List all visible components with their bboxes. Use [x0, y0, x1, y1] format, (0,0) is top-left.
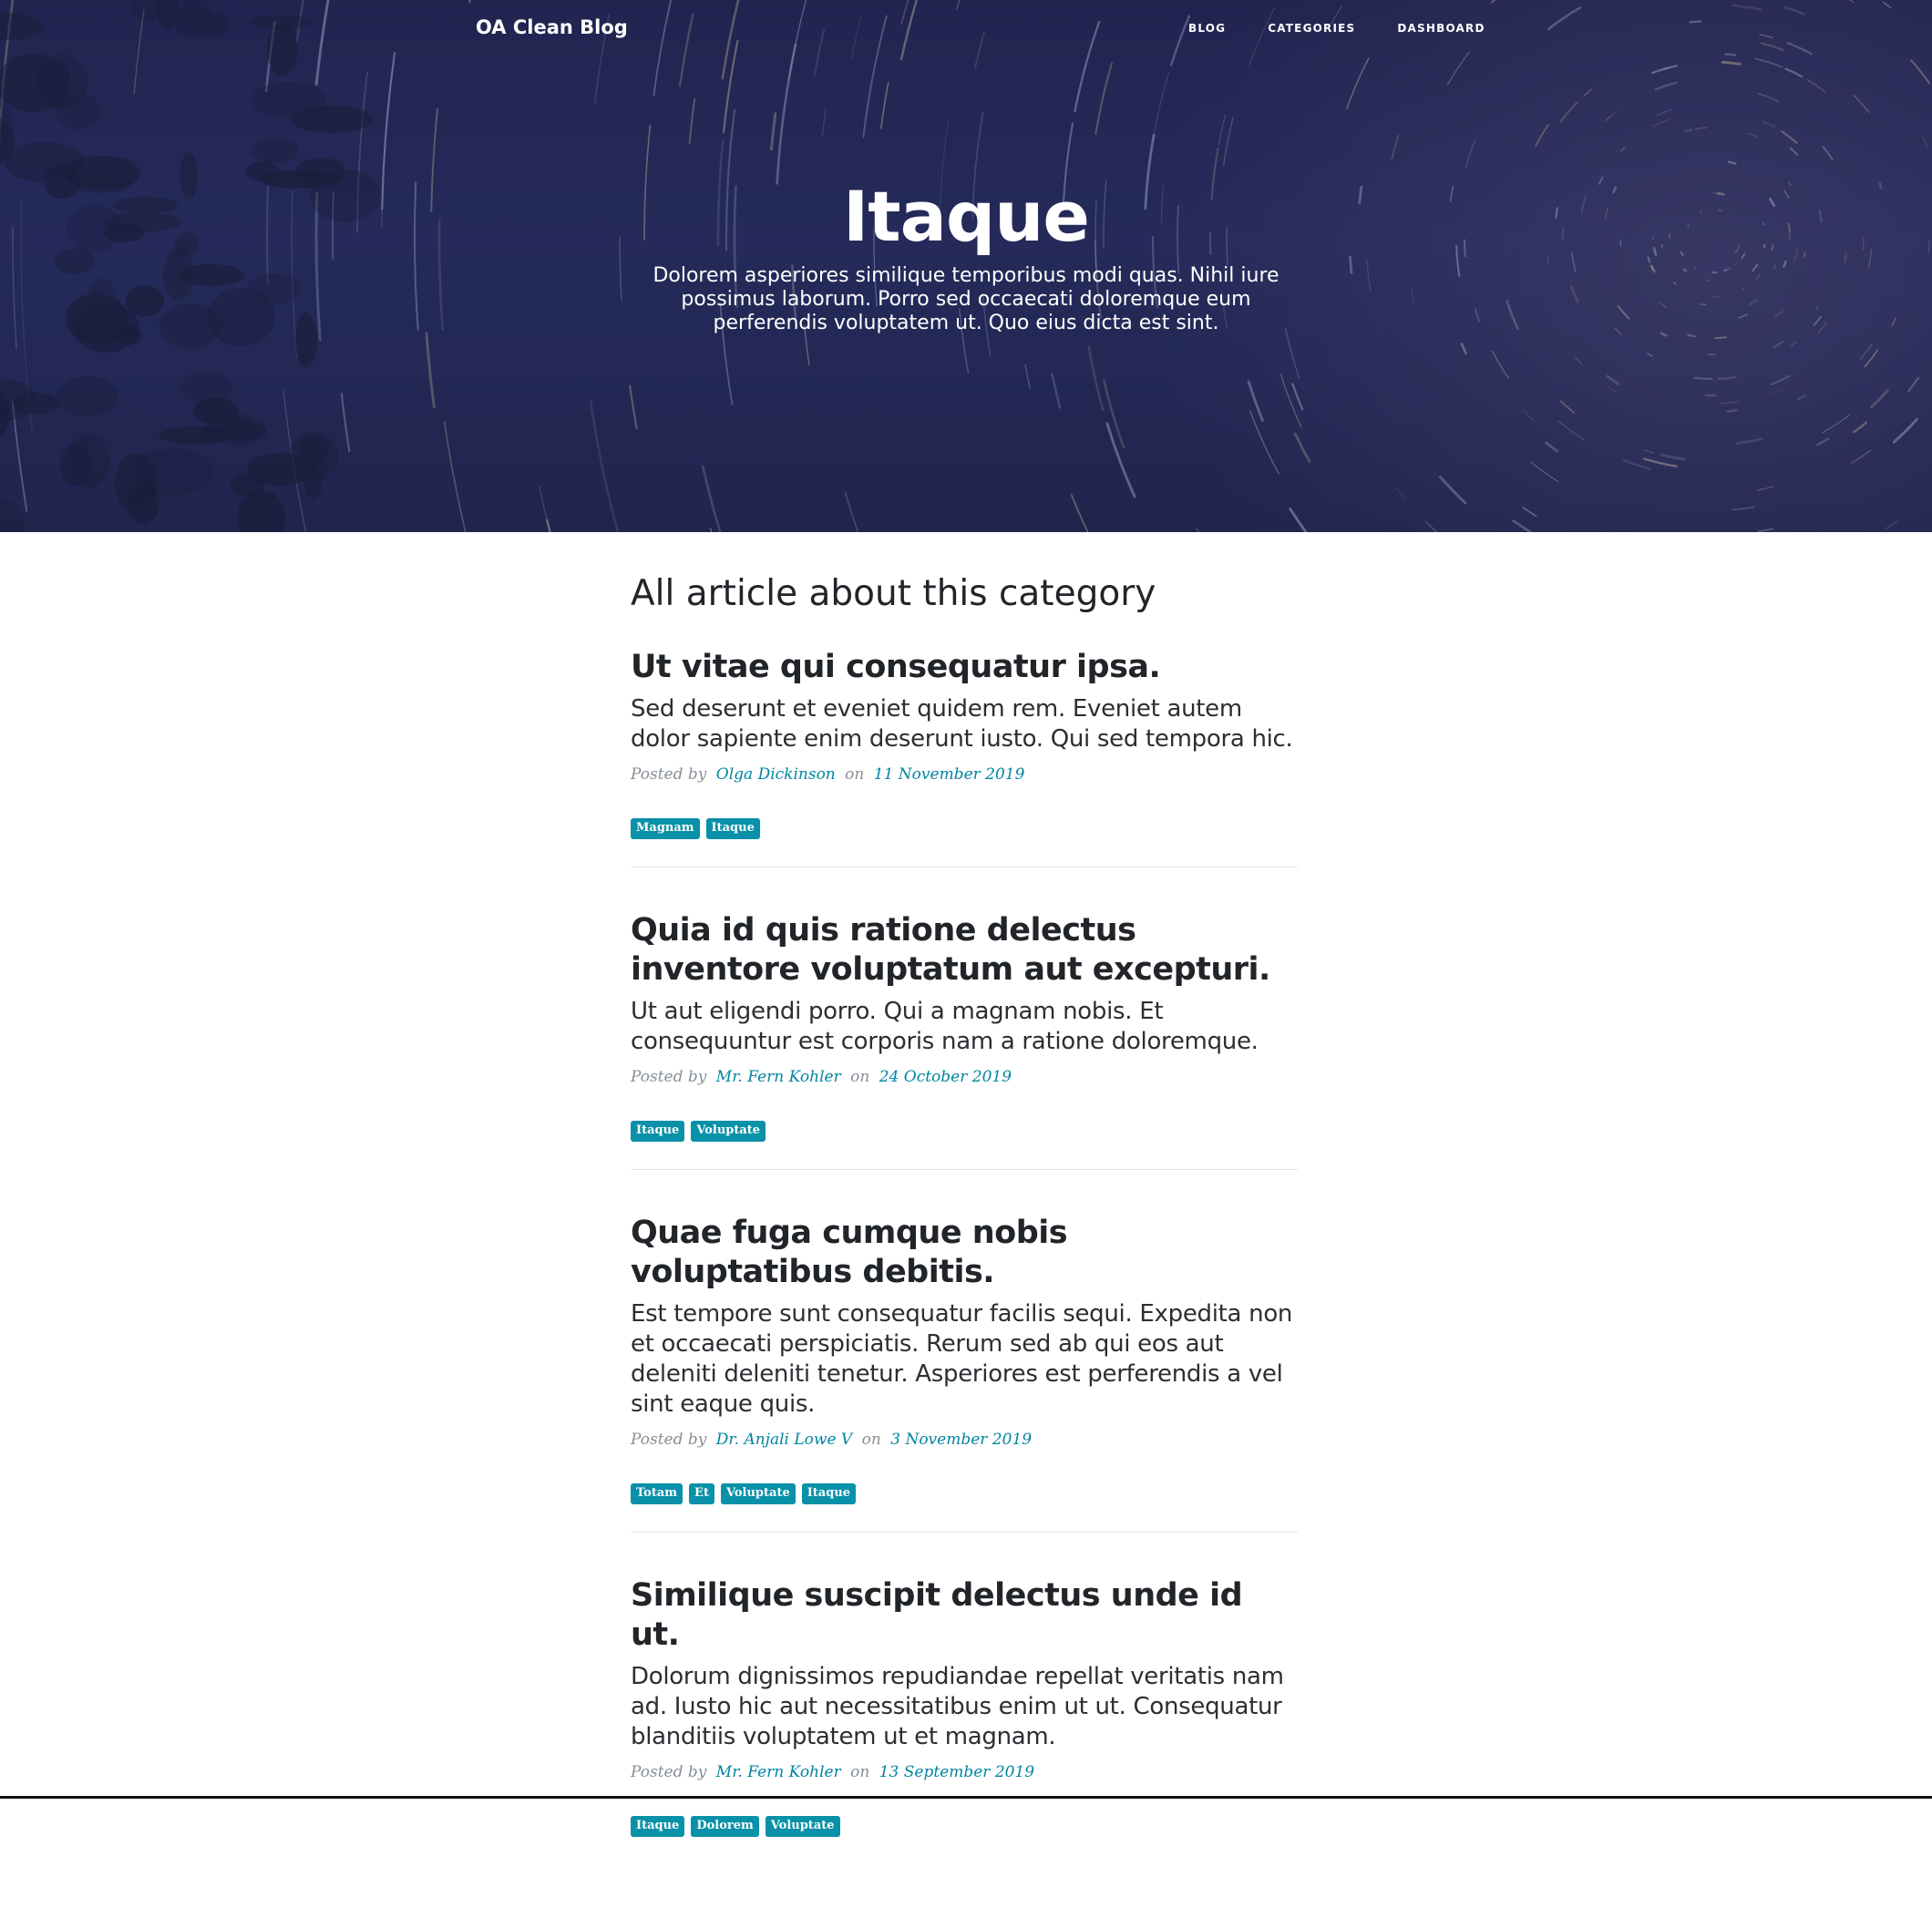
post-tags: Itaque Dolorem Voluptate	[631, 1816, 1298, 1837]
post-subtitle[interactable]: Sed deserunt et eveniet quidem rem. Even…	[631, 694, 1298, 754]
nav-link-blog[interactable]: BLOG	[1188, 22, 1226, 35]
post-preview: Ut vitae qui consequatur ipsa. Sed deser…	[631, 648, 1298, 867]
tag-badge[interactable]: Itaque	[802, 1483, 856, 1504]
post-link[interactable]: Ut vitae qui consequatur ipsa. Sed deser…	[631, 648, 1298, 754]
post-tags: Magnam Itaque	[631, 818, 1298, 839]
navbar: OA Clean Blog BLOG CATEGORIES DASHBOARD	[0, 0, 1932, 60]
tag-badge[interactable]: Itaque	[631, 1121, 684, 1142]
post-title[interactable]: Quia id quis ratione delectus inventore …	[631, 911, 1298, 990]
post-preview: Quia id quis ratione delectus inventore …	[631, 911, 1298, 1170]
post-subtitle[interactable]: Est tempore sunt consequatur facilis seq…	[631, 1299, 1298, 1420]
on-label: on	[850, 1763, 869, 1781]
hero-header: OA Clean Blog BLOG CATEGORIES DASHBOARD …	[0, 0, 1932, 532]
post-tags: Itaque Voluptate	[631, 1121, 1298, 1142]
post-list: Ut vitae qui consequatur ipsa. Sed deser…	[631, 648, 1298, 1864]
post-tags: Totam Et Voluptate Itaque	[631, 1483, 1298, 1504]
tag-badge[interactable]: Itaque	[631, 1816, 684, 1837]
on-label: on	[845, 765, 864, 784]
tag-badge[interactable]: Et	[689, 1483, 714, 1504]
tag-badge[interactable]: Voluptate	[691, 1121, 766, 1142]
nav-link-dashboard[interactable]: DASHBOARD	[1397, 22, 1485, 35]
brand-logo-link[interactable]: OA Clean Blog	[476, 16, 628, 38]
on-label: on	[850, 1068, 869, 1086]
post-meta: Posted by Mr. Fern Kohler on 13 Septembe…	[631, 1763, 1298, 1781]
category-description: Dolorem asperiores similique temporibus …	[647, 264, 1285, 335]
main-content: All article about this category Ut vitae…	[631, 574, 1298, 1908]
post-author-link[interactable]: Dr. Anjali Lowe V	[716, 1431, 852, 1449]
post-preview: Quae fuga cumque nobis voluptatibus debi…	[631, 1214, 1298, 1533]
tag-badge[interactable]: Voluptate	[766, 1816, 840, 1837]
tag-badge[interactable]: Voluptate	[721, 1483, 796, 1504]
post-title[interactable]: Similique suscipit delectus unde id ut.	[631, 1576, 1298, 1655]
nav-link-categories[interactable]: CATEGORIES	[1268, 22, 1355, 35]
tag-badge[interactable]: Totam	[631, 1483, 683, 1504]
tag-badge[interactable]: Itaque	[706, 818, 760, 839]
post-title[interactable]: Ut vitae qui consequatur ipsa.	[631, 648, 1298, 687]
section-title: All article about this category	[631, 574, 1298, 615]
post-author-link[interactable]: Olga Dickinson	[716, 765, 836, 784]
post-date-link[interactable]: 13 September 2019	[879, 1763, 1034, 1781]
post-date-link[interactable]: 3 November 2019	[890, 1431, 1032, 1449]
post-title[interactable]: Quae fuga cumque nobis voluptatibus debi…	[631, 1214, 1298, 1292]
posted-by-label: Posted by	[631, 1763, 706, 1781]
post-author-link[interactable]: Mr. Fern Kohler	[716, 1068, 841, 1086]
post-meta: Posted by Olga Dickinson on 11 November …	[631, 765, 1298, 784]
on-label: on	[862, 1431, 881, 1449]
post-subtitle[interactable]: Dolorum dignissimos repudiandae repellat…	[631, 1662, 1298, 1752]
post-date-link[interactable]: 11 November 2019	[874, 765, 1025, 784]
nav-links: BLOG CATEGORIES DASHBOARD	[1188, 22, 1527, 35]
post-subtitle[interactable]: Ut aut eligendi porro. Qui a magnam nobi…	[631, 997, 1298, 1057]
posted-by-label: Posted by	[631, 1431, 706, 1449]
post-meta: Posted by Dr. Anjali Lowe V on 3 Novembe…	[631, 1431, 1298, 1449]
post-meta: Posted by Mr. Fern Kohler on 24 October …	[631, 1068, 1298, 1086]
category-title: Itaque	[0, 180, 1932, 253]
post-link[interactable]: Similique suscipit delectus unde id ut. …	[631, 1576, 1298, 1752]
post-preview: Similique suscipit delectus unde id ut. …	[631, 1576, 1298, 1864]
posted-by-label: Posted by	[631, 1068, 706, 1086]
tag-badge[interactable]: Dolorem	[691, 1816, 758, 1837]
post-link[interactable]: Quae fuga cumque nobis voluptatibus debi…	[631, 1214, 1298, 1420]
post-link[interactable]: Quia id quis ratione delectus inventore …	[631, 911, 1298, 1057]
hero-heading: Itaque Dolorem asperiores similique temp…	[0, 180, 1932, 335]
tag-badge[interactable]: Magnam	[631, 818, 700, 839]
post-date-link[interactable]: 24 October 2019	[879, 1068, 1012, 1086]
post-author-link[interactable]: Mr. Fern Kohler	[716, 1763, 841, 1781]
posted-by-label: Posted by	[631, 765, 706, 784]
